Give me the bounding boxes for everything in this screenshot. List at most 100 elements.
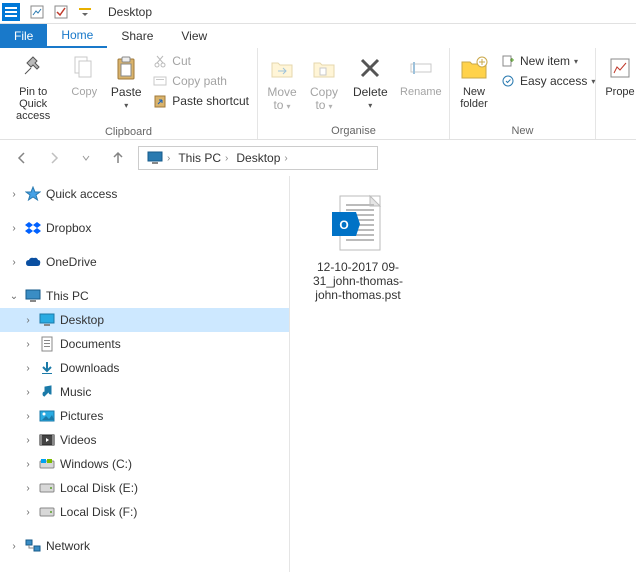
chevron-right-icon[interactable]: › [8,257,20,268]
chevron-right-icon[interactable]: › [22,459,34,470]
paste-shortcut-button[interactable]: Paste shortcut [148,92,253,110]
tree-this-pc[interactable]: ⌄ This PC [0,284,289,308]
dropbox-icon [24,219,42,237]
pin-icon [17,52,49,84]
crumb-this-pc[interactable]: This PC› [174,151,232,165]
chevron-right-icon[interactable]: › [22,507,34,518]
chevron-right-icon[interactable]: › [22,363,34,374]
copy-to-label: Copy to ▾ [310,86,338,113]
title-bar: Desktop [0,0,636,24]
copy-button[interactable]: Copy [64,50,104,100]
crumb-desktop[interactable]: Desktop› [232,151,291,165]
chevron-right-icon[interactable]: › [22,411,34,422]
copy-path-button[interactable]: Copy path [148,72,253,90]
paste-button[interactable]: Paste ▾ [106,50,146,114]
move-to-button[interactable]: Move to ▾ [262,50,302,115]
recent-dropdown[interactable] [74,146,98,170]
properties-button[interactable]: Prope [600,50,636,100]
file-name: 12-10-2017 09-31_john-thomas-john-thomas… [308,260,408,302]
tree-local-e[interactable]: › Local Disk (E:) [0,476,289,500]
drive-windows-icon [38,455,56,473]
qat-properties-icon[interactable] [26,2,48,22]
properties-icon [604,52,636,84]
clipboard-group-label: Clipboard [4,124,253,140]
rename-button[interactable]: Rename [397,50,445,100]
pictures-icon [38,407,56,425]
tree-network[interactable]: › Network [0,534,289,558]
chevron-right-icon[interactable]: › [22,339,34,350]
tab-file[interactable]: File [0,24,47,48]
tab-share[interactable]: Share [107,24,167,48]
tree-pictures[interactable]: › Pictures [0,404,289,428]
tab-home[interactable]: Home [47,24,107,48]
tree-downloads[interactable]: › Downloads [0,356,289,380]
file-pane[interactable]: O 12-10-2017 09-31_john-thomas-john-thom… [290,176,636,572]
tree-local-f[interactable]: › Local Disk (F:) [0,500,289,524]
tree-dropbox[interactable]: › Dropbox [0,216,289,240]
chevron-right-icon[interactable]: › [8,223,20,234]
copy-label: Copy [71,86,97,98]
chevron-right-icon[interactable]: › [22,483,34,494]
tab-view[interactable]: View [167,24,221,48]
new-folder-button[interactable]: New folder [454,50,494,112]
delete-button[interactable]: Delete ▾ [346,50,395,114]
ribbon-tabs: File Home Share View [0,24,636,48]
file-item[interactable]: O 12-10-2017 09-31_john-thomas-john-thom… [308,192,408,302]
easy-access-button[interactable]: Easy access ▾ [496,72,599,90]
quick-access-toolbar [22,2,100,22]
tree-onedrive[interactable]: › OneDrive [0,250,289,274]
qat-checkbox-icon[interactable] [50,2,72,22]
copy-to-button[interactable]: Copy to ▾ [304,50,344,115]
tree-quick-access[interactable]: › Quick access [0,182,289,206]
window-title: Desktop [100,5,152,19]
new-item-button[interactable]: New item ▾ [496,52,599,70]
crumb-pc-icon[interactable]: › [143,151,174,165]
chevron-right-icon[interactable]: › [22,435,34,446]
chevron-right-icon[interactable]: › [22,387,34,398]
qat-dropdown-icon[interactable] [74,2,96,22]
forward-button[interactable] [42,146,66,170]
chevron-down-icon[interactable]: ⌄ [8,291,20,302]
music-icon [38,383,56,401]
group-organise: Move to ▾ Copy to ▾ Delete ▾ Rename Orga… [258,48,450,139]
tree-videos[interactable]: › Videos [0,428,289,452]
paste-icon [110,52,142,84]
svg-text:O: O [339,218,348,232]
documents-icon [38,335,56,353]
chevron-right-icon[interactable]: › [8,189,20,200]
tree-music[interactable]: › Music [0,380,289,404]
easy-access-icon [500,73,516,89]
pc-icon [24,287,42,305]
tree-documents[interactable]: › Documents [0,332,289,356]
copy-icon [68,52,100,84]
outlook-pst-icon: O [326,192,390,256]
properties-label: Prope [605,86,634,98]
nav-bar: › This PC› Desktop› [0,140,636,176]
star-icon [24,185,42,203]
delete-label: Delete ▾ [350,86,391,112]
chevron-right-icon[interactable]: › [8,541,20,552]
tree-windows-c[interactable]: › Windows (C:) [0,452,289,476]
cut-icon [152,53,168,69]
videos-icon [38,431,56,449]
breadcrumb[interactable]: › This PC› Desktop› [138,146,378,170]
group-clipboard: Pin to Quick access Copy Paste ▾ Cut [0,48,258,139]
organise-group-label: Organise [262,123,445,139]
tree-desktop[interactable]: › Desktop [0,308,289,332]
ribbon: Pin to Quick access Copy Paste ▾ Cut [0,48,636,140]
system-menu-icon[interactable] [2,3,20,21]
copy-path-label: Copy path [172,74,227,88]
pin-quick-access-button[interactable]: Pin to Quick access [4,50,62,124]
move-to-icon [266,52,298,84]
up-button[interactable] [106,146,130,170]
new-group-label: New [454,123,591,139]
rename-icon [405,52,437,84]
new-item-icon [500,53,516,69]
paste-label: Paste ▾ [110,86,142,112]
cut-button[interactable]: Cut [148,52,253,70]
pin-label: Pin to Quick access [8,86,58,122]
chevron-right-icon[interactable]: › [22,315,34,326]
group-open: Prope [596,48,634,139]
downloads-icon [38,359,56,377]
back-button[interactable] [10,146,34,170]
